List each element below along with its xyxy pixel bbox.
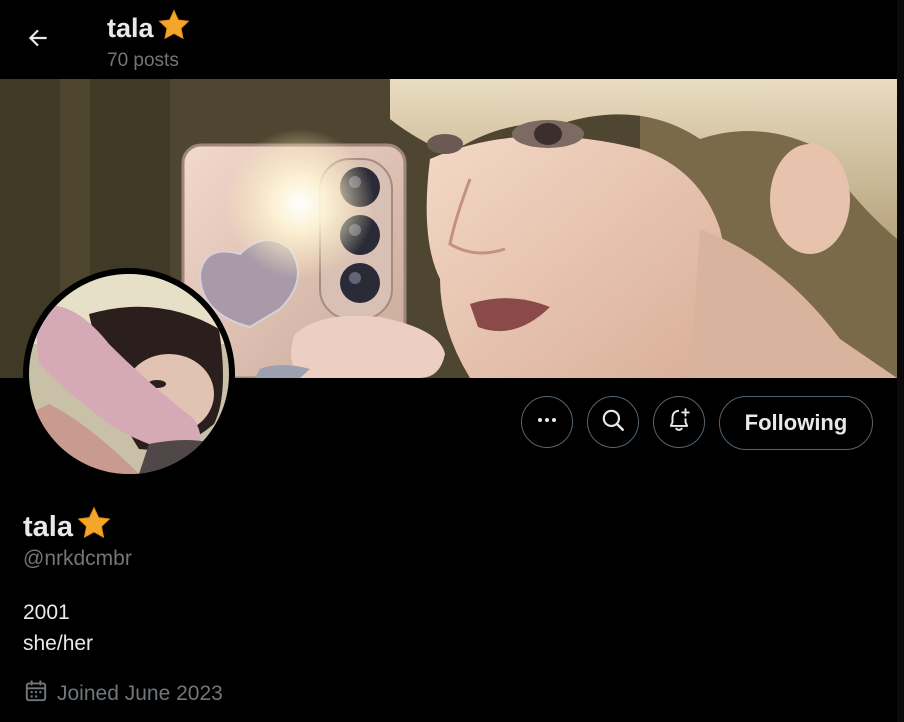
search-profile-button[interactable] (587, 396, 639, 448)
profile-name-text: tala (23, 510, 73, 543)
joined-text: Joined June 2023 (57, 682, 223, 705)
star-icon (76, 505, 112, 549)
scrollbar[interactable] (897, 0, 904, 722)
header-name-text: tala (107, 13, 154, 43)
arrow-left-icon (25, 25, 51, 56)
profile-page: tala 70 posts Following tala @nrkdcmbr 2… (0, 0, 897, 722)
more-horizontal-icon (535, 408, 559, 437)
more-button[interactable] (521, 396, 573, 448)
profile-header-bar: tala 70 posts (0, 0, 897, 79)
posts-count: 70 posts (107, 50, 179, 71)
star-icon (157, 8, 191, 49)
profile-display-name: tala (23, 505, 112, 549)
following-button[interactable]: Following (719, 396, 873, 450)
avatar-image (29, 274, 229, 474)
header-display-name: tala (107, 8, 191, 49)
back-button[interactable] (18, 20, 58, 60)
profile-avatar[interactable] (23, 268, 235, 480)
bell-plus-icon (666, 407, 692, 438)
bio-line: she/her (23, 632, 94, 655)
notifications-button[interactable] (653, 396, 705, 448)
joined-date: Joined June 2023 (23, 678, 223, 710)
bio-line: 2001 (23, 601, 70, 624)
search-icon (600, 407, 626, 438)
profile-handle: @nrkdcmbr (23, 547, 132, 570)
calendar-icon (23, 678, 49, 710)
